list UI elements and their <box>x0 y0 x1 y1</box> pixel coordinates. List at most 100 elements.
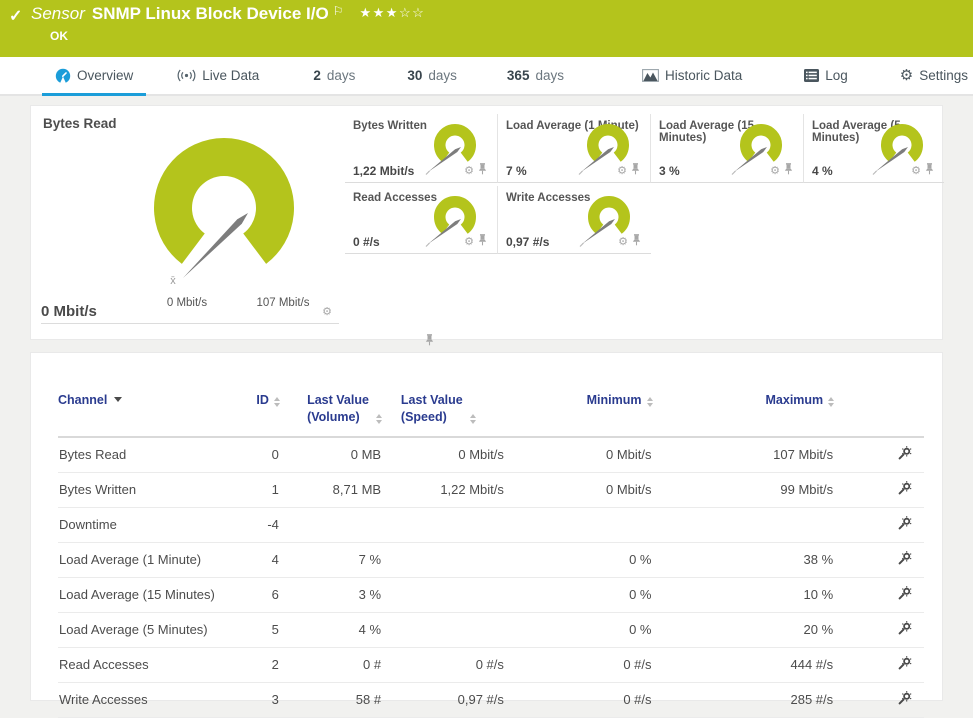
channel-gauge-title: Write Accesses <box>506 192 590 204</box>
cell-id: -4 <box>233 507 279 542</box>
tab-2-days[interactable]: 2days <box>300 57 368 94</box>
chart-icon <box>642 69 659 82</box>
tab-30-days[interactable]: 30days <box>394 57 470 94</box>
cell-speed: 0 #/s <box>382 647 505 682</box>
star-icon[interactable]: ★ <box>359 5 372 20</box>
gear-icon[interactable]: ⚙ <box>464 237 474 248</box>
channel-settings-icon[interactable] <box>898 621 912 638</box>
cell-channel: Bytes Written <box>58 472 233 507</box>
bytes-read-gauge <box>134 133 314 293</box>
cell-speed <box>382 612 505 647</box>
table-row: Load Average (15 Minutes)63 %0 %10 % <box>58 577 924 612</box>
pin-icon[interactable] <box>478 233 487 251</box>
star-icon[interactable]: ★ <box>373 5 386 20</box>
sort-desc-icon <box>114 397 122 402</box>
column-header-minimum[interactable]: Minimum <box>505 386 653 437</box>
table-row: Bytes Read00 MB0 Mbit/s0 Mbit/s107 Mbit/… <box>58 437 924 473</box>
channel-gauge-value: 0,97 #/s <box>506 235 549 249</box>
cell-channel: Load Average (15 Minutes) <box>58 577 233 612</box>
gear-icon[interactable]: ⚙ <box>617 166 627 177</box>
tab-log[interactable]: Log <box>791 57 861 94</box>
column-header-id[interactable]: ID <box>233 386 279 437</box>
sensor-kind-label: Sensor <box>31 4 85 23</box>
gear-icon[interactable]: ⚙ <box>322 307 332 318</box>
cell-actions <box>834 682 924 717</box>
pin-icon[interactable] <box>925 162 934 180</box>
tab-number: 30 <box>407 68 422 83</box>
channel-gauge-value: 1,22 Mbit/s <box>353 164 414 178</box>
cell-volume: 4 % <box>280 612 382 647</box>
cell-channel: Load Average (1 Minute) <box>58 542 233 577</box>
tab-bar: OverviewLive Data2days30days365daysHisto… <box>0 57 973 96</box>
cell-speed <box>382 542 505 577</box>
cell-min: 0 % <box>505 577 653 612</box>
channel-settings-icon[interactable] <box>898 446 912 463</box>
tab-label: Log <box>825 68 848 83</box>
sensor-title: SNMP Linux Block Device I/O <box>92 4 329 23</box>
cell-id: 2 <box>233 647 279 682</box>
cell-volume: 0 # <box>280 647 382 682</box>
panel-tools: ⚙ <box>464 233 487 251</box>
cell-id: 0 <box>233 437 279 473</box>
pin-icon[interactable] <box>478 162 487 180</box>
cell-volume: 0 MB <box>280 437 382 473</box>
channel-settings-icon[interactable] <box>898 551 912 568</box>
column-header-last-value-volume[interactable]: Last Value (Volume) <box>280 386 382 437</box>
cell-channel: Write Accesses <box>58 682 233 717</box>
cell-max <box>653 507 835 542</box>
channel-gauge-value: 7 % <box>506 164 527 178</box>
cell-min: 0 Mbit/s <box>505 437 653 473</box>
average-marker: x̄ <box>163 275 183 287</box>
gear-icon[interactable]: ⚙ <box>618 237 628 248</box>
channel-settings-icon[interactable] <box>898 481 912 498</box>
tab-label: days <box>327 68 356 83</box>
panel-tools: ⚙ <box>911 162 934 180</box>
panel-tools: ⚙ <box>464 162 487 180</box>
table-body: Bytes Read00 MB0 Mbit/s0 Mbit/s107 Mbit/… <box>58 437 924 718</box>
column-header-channel[interactable]: Channel <box>58 386 233 437</box>
small-gauge-panel: Load Average (5 Minutes)4 %⚙ <box>804 114 944 183</box>
tab-number: 365 <box>507 68 530 83</box>
pin-icon[interactable] <box>784 162 793 180</box>
star-icon[interactable]: ☆ <box>399 5 412 20</box>
tab-365-days[interactable]: 365days <box>494 57 577 94</box>
tab-overview[interactable]: Overview <box>42 57 146 94</box>
panel-tools: ⚙ <box>617 162 640 180</box>
star-icon[interactable]: ☆ <box>412 5 425 20</box>
channel-settings-icon[interactable] <box>898 516 912 533</box>
small-gauge-panel: Write Accesses 0,97 #/s ⚙ <box>498 186 651 254</box>
panel-tools: ⚙ <box>322 307 336 318</box>
column-header-maximum[interactable]: Maximum <box>653 386 835 437</box>
pin-icon[interactable] <box>631 162 640 180</box>
tab-live-data[interactable]: Live Data <box>164 57 272 94</box>
gear-icon[interactable]: ⚙ <box>770 166 780 177</box>
channel-settings-icon[interactable] <box>898 586 912 603</box>
tab-label: Settings <box>919 68 968 83</box>
tab-historic-data[interactable]: Historic Data <box>629 57 755 94</box>
channel-gauge-title: Bytes Written <box>353 120 427 132</box>
main-gauge-panel: Bytes Read x̄ 0 Mbit/s 107 Mbit/s 0 Mbit… <box>31 106 341 339</box>
pin-icon[interactable] <box>632 233 641 251</box>
small-gauge-panel: Load Average (1 Minute)7 %⚙ <box>498 114 651 183</box>
cell-volume: 8,71 MB <box>280 472 382 507</box>
flag-icon[interactable]: ⚐ <box>333 4 344 18</box>
channel-settings-icon[interactable] <box>898 691 912 708</box>
column-header-last-value-speed[interactable]: Last Value (Speed) <box>382 386 505 437</box>
cell-actions <box>834 437 924 473</box>
status-ok-icon: ✓ <box>9 6 22 26</box>
table-row: Load Average (5 Minutes)54 %0 %20 % <box>58 612 924 647</box>
channel-settings-icon[interactable] <box>898 656 912 673</box>
sort-icon <box>470 414 476 424</box>
channels-panel: ChannelIDLast Value (Volume)Last Value (… <box>30 352 943 701</box>
gear-icon[interactable]: ⚙ <box>464 166 474 177</box>
cell-actions <box>834 472 924 507</box>
cell-channel: Read Accesses <box>58 647 233 682</box>
gear-icon[interactable]: ⚙ <box>911 166 921 177</box>
cell-max: 107 Mbit/s <box>653 437 835 473</box>
table-row: Read Accesses20 #0 #/s0 #/s444 #/s <box>58 647 924 682</box>
cell-actions <box>834 507 924 542</box>
star-icon[interactable]: ★ <box>386 5 399 20</box>
tab-settings[interactable]: ⚙Settings <box>887 57 973 94</box>
priority-stars[interactable]: ★★★☆☆ <box>359 5 425 20</box>
panel-tools: ⚙ <box>618 233 641 251</box>
